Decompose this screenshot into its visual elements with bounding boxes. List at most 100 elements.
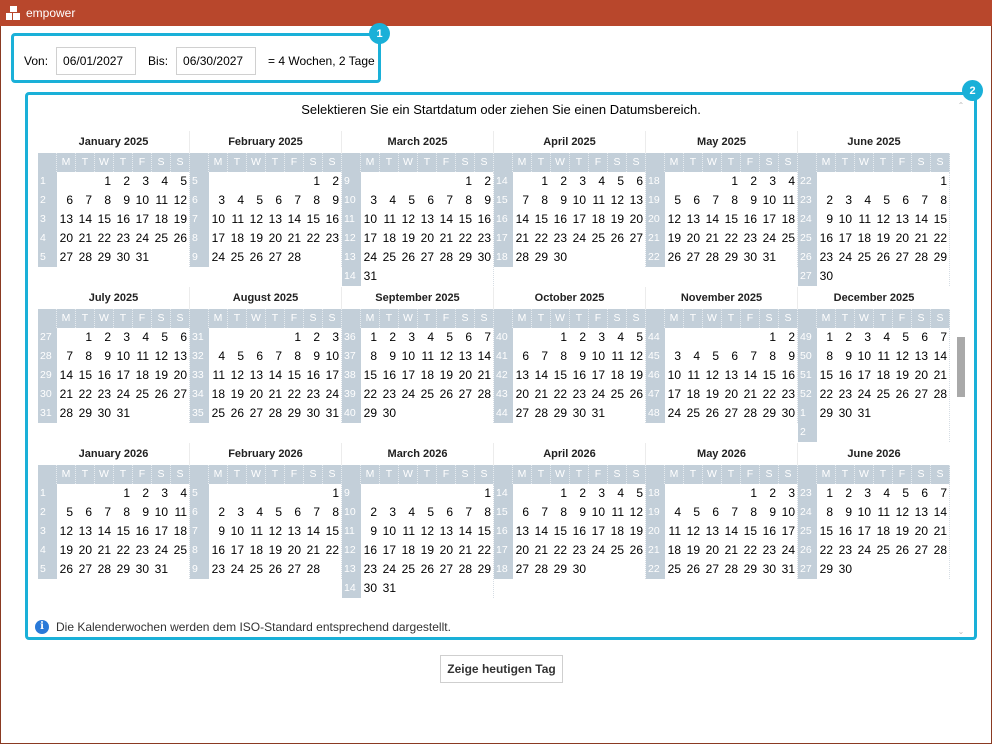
day-cell[interactable]: 23 (209, 560, 228, 579)
day-cell[interactable]: 15 (456, 210, 475, 229)
day-cell[interactable]: 22 (323, 541, 342, 560)
day-cell[interactable]: 5 (57, 503, 76, 522)
day-cell[interactable]: 18 (152, 210, 171, 229)
day-cell[interactable]: 28 (266, 404, 285, 423)
day-cell[interactable]: 25 (209, 404, 228, 423)
day-cell[interactable]: 5 (418, 503, 437, 522)
day-cell[interactable]: 19 (57, 541, 76, 560)
day-cell[interactable]: 6 (418, 191, 437, 210)
day-cell[interactable]: 25 (855, 248, 874, 267)
day-cell[interactable]: 21 (475, 366, 494, 385)
day-cell[interactable]: 26 (874, 248, 893, 267)
day-cell[interactable]: 23 (817, 248, 836, 267)
day-cell[interactable]: 31 (133, 248, 152, 267)
day-cell[interactable]: 14 (285, 210, 304, 229)
day-cell[interactable]: 13 (703, 522, 722, 541)
day-cell[interactable]: 7 (76, 191, 95, 210)
day-cell[interactable]: 2 (741, 172, 760, 191)
day-cell[interactable]: 27 (912, 385, 931, 404)
day-cell[interactable]: 8 (95, 191, 114, 210)
day-cell[interactable]: 27 (437, 560, 456, 579)
day-cell[interactable]: 20 (513, 541, 532, 560)
day-cell[interactable]: 4 (171, 484, 190, 503)
day-cell[interactable]: 21 (304, 541, 323, 560)
day-cell[interactable]: 3 (399, 328, 418, 347)
day-cell[interactable]: 4 (608, 328, 627, 347)
day-cell[interactable]: 10 (380, 522, 399, 541)
day-cell[interactable]: 31 (855, 404, 874, 423)
day-cell[interactable]: 25 (133, 385, 152, 404)
day-cell[interactable]: 1 (722, 172, 741, 191)
day-cell[interactable]: 5 (437, 328, 456, 347)
day-cell[interactable]: 2 (133, 484, 152, 503)
day-cell[interactable]: 7 (912, 191, 931, 210)
day-cell[interactable]: 6 (912, 328, 931, 347)
day-cell[interactable]: 5 (893, 484, 912, 503)
day-cell[interactable]: 22 (95, 229, 114, 248)
day-cell[interactable]: 16 (114, 210, 133, 229)
day-cell[interactable]: 23 (779, 385, 798, 404)
day-cell[interactable]: 26 (608, 229, 627, 248)
day-cell[interactable]: 16 (817, 229, 836, 248)
day-cell[interactable]: 2 (304, 328, 323, 347)
day-cell[interactable]: 7 (437, 191, 456, 210)
day-cell[interactable]: 25 (608, 541, 627, 560)
day-cell[interactable]: 27 (266, 248, 285, 267)
day-cell[interactable]: 21 (741, 385, 760, 404)
day-cell[interactable]: 25 (684, 404, 703, 423)
day-cell[interactable]: 17 (399, 366, 418, 385)
day-cell[interactable]: 10 (855, 503, 874, 522)
day-cell[interactable]: 31 (152, 560, 171, 579)
day-cell[interactable]: 10 (589, 347, 608, 366)
day-cell[interactable]: 14 (741, 366, 760, 385)
day-cell[interactable]: 11 (684, 366, 703, 385)
day-cell[interactable]: 2 (817, 191, 836, 210)
day-cell[interactable]: 16 (551, 210, 570, 229)
day-cell[interactable]: 28 (437, 248, 456, 267)
day-cell[interactable]: 16 (570, 522, 589, 541)
day-cell[interactable]: 24 (152, 541, 171, 560)
day-cell[interactable]: 3 (380, 503, 399, 522)
day-cell[interactable]: 22 (304, 229, 323, 248)
day-cell[interactable]: 22 (931, 229, 950, 248)
day-cell[interactable]: 29 (817, 404, 836, 423)
day-cell[interactable]: 24 (209, 248, 228, 267)
day-cell[interactable]: 22 (817, 541, 836, 560)
day-cell[interactable]: 22 (722, 229, 741, 248)
day-cell[interactable]: 15 (817, 366, 836, 385)
day-cell[interactable]: 23 (836, 541, 855, 560)
day-cell[interactable]: 20 (57, 229, 76, 248)
day-cell[interactable]: 28 (285, 248, 304, 267)
day-cell[interactable]: 17 (133, 210, 152, 229)
day-cell[interactable]: 27 (418, 248, 437, 267)
day-cell[interactable]: 9 (817, 210, 836, 229)
day-cell[interactable]: 6 (513, 503, 532, 522)
day-cell[interactable]: 1 (532, 172, 551, 191)
day-cell[interactable]: 1 (741, 484, 760, 503)
day-cell[interactable]: 30 (760, 560, 779, 579)
day-cell[interactable]: 4 (152, 172, 171, 191)
day-cell[interactable]: 6 (912, 484, 931, 503)
day-cell[interactable]: 16 (570, 366, 589, 385)
day-cell[interactable]: 12 (437, 347, 456, 366)
day-cell[interactable]: 8 (532, 191, 551, 210)
day-cell[interactable]: 18 (399, 541, 418, 560)
day-cell[interactable]: 18 (779, 210, 798, 229)
day-cell[interactable]: 12 (57, 522, 76, 541)
day-cell[interactable]: 21 (437, 229, 456, 248)
day-cell[interactable]: 1 (95, 172, 114, 191)
day-cell[interactable]: 26 (152, 385, 171, 404)
day-cell[interactable]: 30 (380, 404, 399, 423)
day-cell[interactable]: 15 (741, 522, 760, 541)
day-cell[interactable]: 30 (133, 560, 152, 579)
day-cell[interactable]: 21 (513, 229, 532, 248)
day-cell[interactable]: 4 (589, 172, 608, 191)
day-cell[interactable]: 11 (779, 191, 798, 210)
day-cell[interactable]: 2 (114, 172, 133, 191)
day-cell[interactable]: 30 (95, 404, 114, 423)
day-cell[interactable]: 17 (589, 366, 608, 385)
day-cell[interactable]: 1 (551, 328, 570, 347)
day-cell[interactable]: 29 (456, 248, 475, 267)
day-cell[interactable]: 31 (589, 404, 608, 423)
day-cell[interactable]: 2 (209, 503, 228, 522)
